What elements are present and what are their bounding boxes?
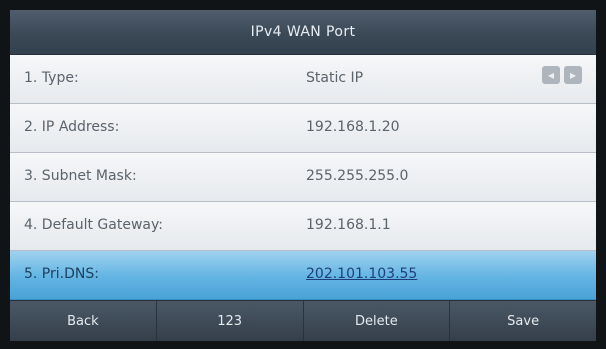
type-select[interactable]: Static IP	[306, 70, 363, 86]
field-label: 4. Default Gateway:	[24, 217, 163, 233]
back-softkey[interactable]: Back	[10, 301, 157, 341]
pri-dns-input[interactable]: 202.101.103.55	[306, 266, 417, 282]
field-row-default-gateway[interactable]: 4. Default Gateway: 192.168.1.1	[10, 202, 596, 251]
field-row-type[interactable]: 1. Type: Static IP ◂ ▸	[10, 55, 596, 104]
subnet-mask-input[interactable]: 255.255.255.0	[306, 168, 408, 184]
default-gateway-input[interactable]: 192.168.1.1	[306, 217, 391, 233]
field-label: 1. Type:	[24, 70, 79, 86]
title-bar: IPv4 WAN Port	[10, 10, 596, 55]
phone-bezel: IPv4 WAN Port 1. Type: Static IP ◂ ▸ 2. …	[0, 0, 606, 349]
settings-list: 1. Type: Static IP ◂ ▸ 2. IP Address: 19…	[10, 55, 596, 300]
field-row-ip-address[interactable]: 2. IP Address: 192.168.1.20	[10, 104, 596, 153]
arrow-right-icon[interactable]: ▸	[564, 66, 582, 84]
phone-screen: IPv4 WAN Port 1. Type: Static IP ◂ ▸ 2. …	[10, 10, 596, 341]
type-arrows: ◂ ▸	[542, 66, 582, 84]
save-softkey[interactable]: Save	[450, 301, 596, 341]
field-row-subnet-mask[interactable]: 3. Subnet Mask: 255.255.255.0	[10, 153, 596, 202]
ip-address-input[interactable]: 192.168.1.20	[306, 119, 400, 135]
arrow-left-icon[interactable]: ◂	[542, 66, 560, 84]
delete-softkey[interactable]: Delete	[304, 301, 451, 341]
field-label: 3. Subnet Mask:	[24, 168, 137, 184]
field-row-pri-dns[interactable]: 5. Pri.DNS: 202.101.103.55	[10, 251, 596, 300]
field-label: 5. Pri.DNS:	[24, 266, 99, 282]
softkey-bar: Back 123 Delete Save	[10, 300, 596, 341]
page-title: IPv4 WAN Port	[250, 24, 356, 40]
input-mode-softkey[interactable]: 123	[157, 301, 304, 341]
field-label: 2. IP Address:	[24, 119, 120, 135]
